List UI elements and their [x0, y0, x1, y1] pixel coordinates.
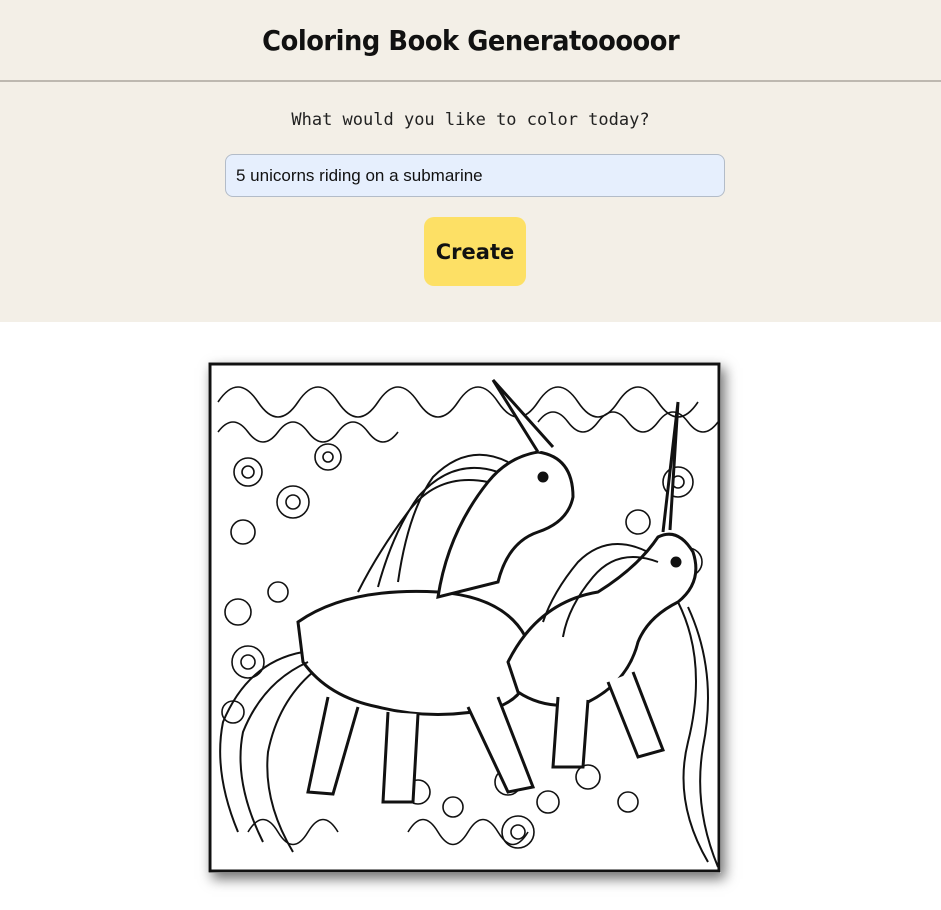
prompt-label: What would you like to color today?	[291, 110, 650, 130]
create-button[interactable]: Create	[424, 217, 526, 286]
app-header: Coloring Book Generatooooor	[0, 0, 941, 82]
unicorn-illustration	[208, 362, 721, 873]
generated-coloring-page	[208, 362, 721, 873]
prompt-form: What would you like to color today? Crea…	[0, 82, 941, 322]
prompt-input[interactable]	[225, 154, 725, 197]
page-title: Coloring Book Generatooooor	[261, 23, 680, 57]
